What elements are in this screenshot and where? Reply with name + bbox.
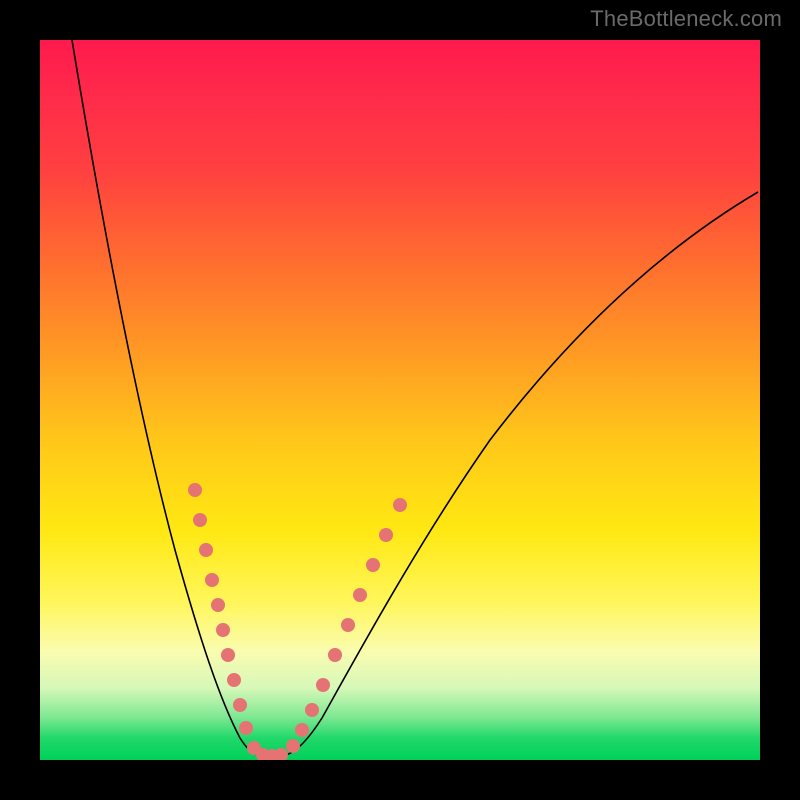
dot-left-1 — [193, 513, 207, 527]
dot-right-2 — [305, 703, 319, 717]
watermark-text: TheBottleneck.com — [590, 6, 782, 32]
dot-left-6 — [221, 648, 235, 662]
dot-left-3 — [205, 573, 219, 587]
right-curve — [272, 192, 758, 756]
dot-right-7 — [366, 558, 380, 572]
dot-left-5 — [216, 623, 230, 637]
dot-left-7 — [227, 673, 241, 687]
dot-right-3 — [316, 678, 330, 692]
dot-right-1 — [295, 723, 309, 737]
dot-left-4 — [211, 598, 225, 612]
left-curve — [72, 40, 272, 756]
dot-right-9 — [393, 498, 407, 512]
dot-right-4 — [328, 648, 342, 662]
dot-left-8 — [233, 698, 247, 712]
dot-valley-2 — [274, 748, 288, 760]
chart-frame: TheBottleneck.com — [0, 0, 800, 800]
dot-left-2 — [199, 543, 213, 557]
plot-area — [40, 40, 760, 760]
dot-left-9 — [239, 721, 253, 735]
dot-right-8 — [379, 528, 393, 542]
dot-right-0 — [286, 739, 300, 753]
dot-right-5 — [341, 618, 355, 632]
dots-layer — [188, 483, 407, 760]
dot-right-6 — [353, 588, 367, 602]
curve-layer — [40, 40, 760, 760]
dot-left-0 — [188, 483, 202, 497]
